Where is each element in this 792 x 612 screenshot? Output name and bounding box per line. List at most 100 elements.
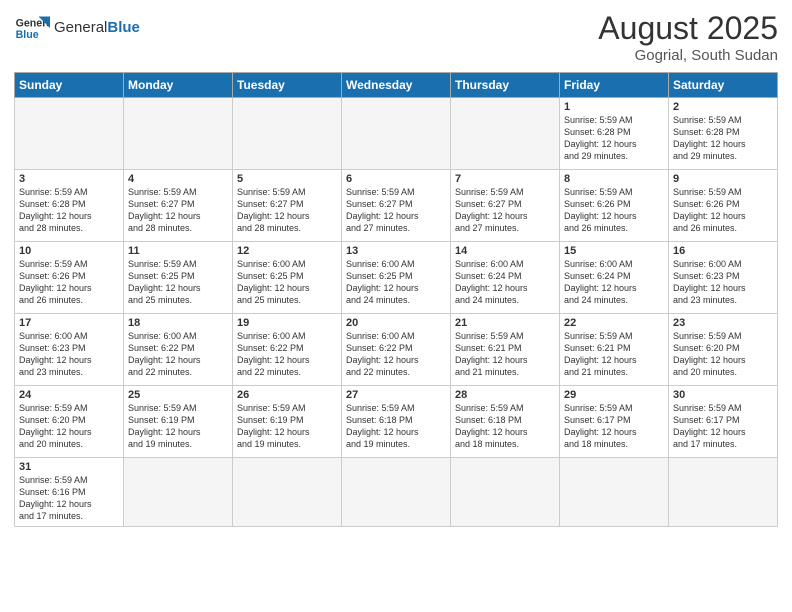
table-row: 7Sunrise: 5:59 AM Sunset: 6:27 PM Daylig… (451, 170, 560, 242)
day-info: Sunrise: 5:59 AM Sunset: 6:21 PM Dayligh… (455, 330, 555, 379)
day-number: 21 (455, 317, 555, 329)
table-row: 8Sunrise: 5:59 AM Sunset: 6:26 PM Daylig… (560, 170, 669, 242)
calendar-header-row: Sunday Monday Tuesday Wednesday Thursday… (15, 73, 778, 98)
table-row (342, 458, 451, 527)
table-row (451, 98, 560, 170)
day-number: 24 (19, 389, 119, 401)
day-info: Sunrise: 5:59 AM Sunset: 6:18 PM Dayligh… (455, 402, 555, 451)
table-row: 1Sunrise: 5:59 AM Sunset: 6:28 PM Daylig… (560, 98, 669, 170)
day-info: Sunrise: 5:59 AM Sunset: 6:26 PM Dayligh… (564, 186, 664, 235)
table-row: 14Sunrise: 6:00 AM Sunset: 6:24 PM Dayli… (451, 242, 560, 314)
col-monday: Monday (124, 73, 233, 98)
table-row: 20Sunrise: 6:00 AM Sunset: 6:22 PM Dayli… (342, 314, 451, 386)
table-row (124, 98, 233, 170)
day-info: Sunrise: 6:00 AM Sunset: 6:23 PM Dayligh… (673, 258, 773, 307)
day-info: Sunrise: 6:00 AM Sunset: 6:24 PM Dayligh… (564, 258, 664, 307)
day-info: Sunrise: 5:59 AM Sunset: 6:18 PM Dayligh… (346, 402, 446, 451)
logo: General Blue GeneralBlue (14, 10, 140, 46)
table-row: 30Sunrise: 5:59 AM Sunset: 6:17 PM Dayli… (669, 386, 778, 458)
day-info: Sunrise: 5:59 AM Sunset: 6:28 PM Dayligh… (673, 114, 773, 163)
table-row: 19Sunrise: 6:00 AM Sunset: 6:22 PM Dayli… (233, 314, 342, 386)
logo-blue: Blue (107, 19, 140, 36)
day-info: Sunrise: 6:00 AM Sunset: 6:22 PM Dayligh… (346, 330, 446, 379)
table-row: 6Sunrise: 5:59 AM Sunset: 6:27 PM Daylig… (342, 170, 451, 242)
table-row (233, 458, 342, 527)
day-info: Sunrise: 6:00 AM Sunset: 6:25 PM Dayligh… (237, 258, 337, 307)
day-number: 29 (564, 389, 664, 401)
day-info: Sunrise: 5:59 AM Sunset: 6:28 PM Dayligh… (564, 114, 664, 163)
table-row: 25Sunrise: 5:59 AM Sunset: 6:19 PM Dayli… (124, 386, 233, 458)
day-number: 30 (673, 389, 773, 401)
table-row: 21Sunrise: 5:59 AM Sunset: 6:21 PM Dayli… (451, 314, 560, 386)
day-number: 12 (237, 245, 337, 257)
table-row: 24Sunrise: 5:59 AM Sunset: 6:20 PM Dayli… (15, 386, 124, 458)
calendar-table: Sunday Monday Tuesday Wednesday Thursday… (14, 72, 778, 527)
day-info: Sunrise: 5:59 AM Sunset: 6:20 PM Dayligh… (19, 402, 119, 451)
day-info: Sunrise: 6:00 AM Sunset: 6:22 PM Dayligh… (237, 330, 337, 379)
table-row: 4Sunrise: 5:59 AM Sunset: 6:27 PM Daylig… (124, 170, 233, 242)
day-info: Sunrise: 5:59 AM Sunset: 6:21 PM Dayligh… (564, 330, 664, 379)
table-row: 16Sunrise: 6:00 AM Sunset: 6:23 PM Dayli… (669, 242, 778, 314)
day-number: 7 (455, 173, 555, 185)
day-number: 3 (19, 173, 119, 185)
day-number: 10 (19, 245, 119, 257)
day-number: 19 (237, 317, 337, 329)
day-info: Sunrise: 5:59 AM Sunset: 6:19 PM Dayligh… (237, 402, 337, 451)
title-block: August 2025 Gogrial, South Sudan (598, 10, 778, 64)
table-row (560, 458, 669, 527)
col-saturday: Saturday (669, 73, 778, 98)
day-number: 2 (673, 101, 773, 113)
table-row: 29Sunrise: 5:59 AM Sunset: 6:17 PM Dayli… (560, 386, 669, 458)
day-info: Sunrise: 5:59 AM Sunset: 6:19 PM Dayligh… (128, 402, 228, 451)
day-number: 8 (564, 173, 664, 185)
day-number: 26 (237, 389, 337, 401)
day-number: 6 (346, 173, 446, 185)
day-number: 5 (237, 173, 337, 185)
day-number: 27 (346, 389, 446, 401)
table-row: 3Sunrise: 5:59 AM Sunset: 6:28 PM Daylig… (15, 170, 124, 242)
page: General Blue GeneralBlue August 2025 Gog… (0, 0, 792, 612)
day-number: 4 (128, 173, 228, 185)
table-row: 31Sunrise: 5:59 AM Sunset: 6:16 PM Dayli… (15, 458, 124, 527)
day-info: Sunrise: 5:59 AM Sunset: 6:28 PM Dayligh… (19, 186, 119, 235)
day-number: 14 (455, 245, 555, 257)
day-number: 22 (564, 317, 664, 329)
day-number: 11 (128, 245, 228, 257)
table-row (124, 458, 233, 527)
table-row: 22Sunrise: 5:59 AM Sunset: 6:21 PM Dayli… (560, 314, 669, 386)
day-info: Sunrise: 5:59 AM Sunset: 6:16 PM Dayligh… (19, 474, 119, 523)
table-row: 11Sunrise: 5:59 AM Sunset: 6:25 PM Dayli… (124, 242, 233, 314)
day-info: Sunrise: 6:00 AM Sunset: 6:24 PM Dayligh… (455, 258, 555, 307)
table-row: 28Sunrise: 5:59 AM Sunset: 6:18 PM Dayli… (451, 386, 560, 458)
day-number: 31 (19, 461, 119, 473)
header: General Blue GeneralBlue August 2025 Gog… (14, 10, 778, 64)
table-row (669, 458, 778, 527)
table-row: 26Sunrise: 5:59 AM Sunset: 6:19 PM Dayli… (233, 386, 342, 458)
day-number: 17 (19, 317, 119, 329)
day-info: Sunrise: 5:59 AM Sunset: 6:20 PM Dayligh… (673, 330, 773, 379)
day-number: 28 (455, 389, 555, 401)
day-info: Sunrise: 5:59 AM Sunset: 6:26 PM Dayligh… (673, 186, 773, 235)
day-info: Sunrise: 6:00 AM Sunset: 6:23 PM Dayligh… (19, 330, 119, 379)
col-friday: Friday (560, 73, 669, 98)
col-sunday: Sunday (15, 73, 124, 98)
day-number: 25 (128, 389, 228, 401)
day-info: Sunrise: 6:00 AM Sunset: 6:22 PM Dayligh… (128, 330, 228, 379)
table-row (451, 458, 560, 527)
table-row: 12Sunrise: 6:00 AM Sunset: 6:25 PM Dayli… (233, 242, 342, 314)
day-number: 18 (128, 317, 228, 329)
table-row: 18Sunrise: 6:00 AM Sunset: 6:22 PM Dayli… (124, 314, 233, 386)
table-row (342, 98, 451, 170)
month-year: August 2025 (598, 10, 778, 47)
generalblue-logo-icon: General Blue (14, 10, 50, 46)
table-row: 23Sunrise: 5:59 AM Sunset: 6:20 PM Dayli… (669, 314, 778, 386)
day-info: Sunrise: 5:59 AM Sunset: 6:26 PM Dayligh… (19, 258, 119, 307)
table-row: 17Sunrise: 6:00 AM Sunset: 6:23 PM Dayli… (15, 314, 124, 386)
table-row: 13Sunrise: 6:00 AM Sunset: 6:25 PM Dayli… (342, 242, 451, 314)
day-info: Sunrise: 5:59 AM Sunset: 6:25 PM Dayligh… (128, 258, 228, 307)
table-row: 9Sunrise: 5:59 AM Sunset: 6:26 PM Daylig… (669, 170, 778, 242)
day-number: 16 (673, 245, 773, 257)
table-row: 10Sunrise: 5:59 AM Sunset: 6:26 PM Dayli… (15, 242, 124, 314)
day-info: Sunrise: 5:59 AM Sunset: 6:27 PM Dayligh… (346, 186, 446, 235)
day-number: 9 (673, 173, 773, 185)
